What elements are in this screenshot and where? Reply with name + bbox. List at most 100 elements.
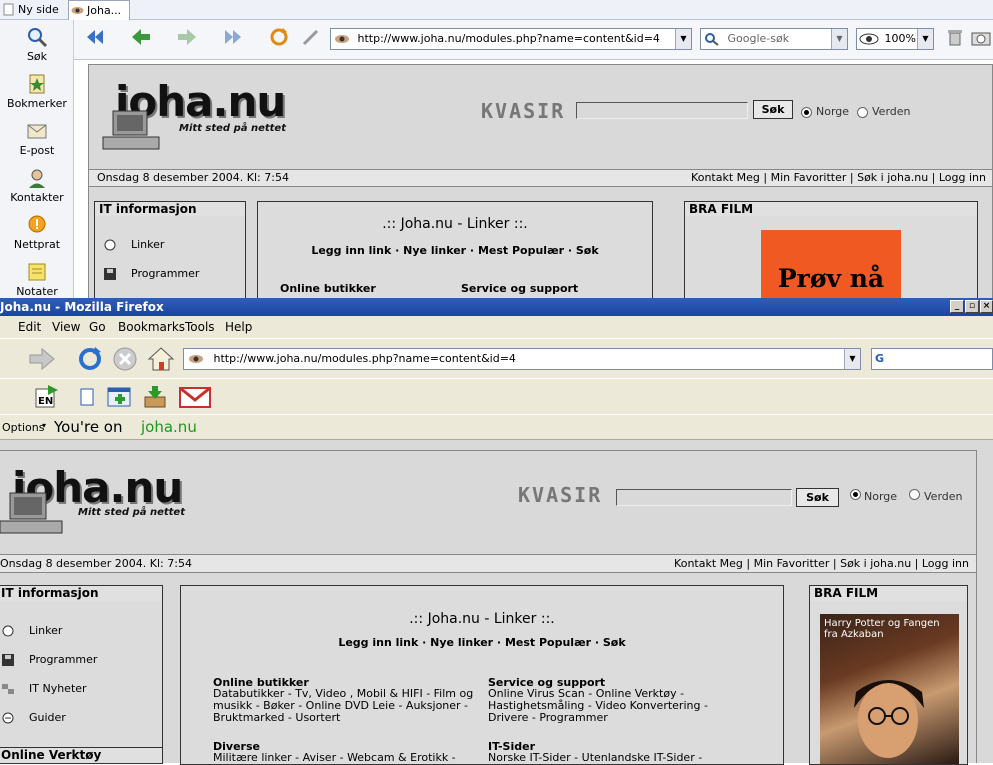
eye-icon — [859, 33, 879, 45]
zoom-select[interactable]: 100% ▼ — [856, 28, 934, 50]
download-icon[interactable] — [142, 385, 168, 409]
center-links[interactable]: Legg inn link · Nye linker · Mest Populæ… — [258, 244, 652, 257]
fast-forward-icon[interactable] — [222, 26, 244, 48]
radio-norge[interactable] — [801, 107, 812, 118]
search-field[interactable]: G — [871, 348, 993, 370]
chevron-down-icon[interactable]: ▼ — [831, 29, 847, 49]
forward-icon[interactable] — [176, 26, 198, 48]
search-field[interactable]: Google-søk ▼ — [700, 28, 848, 50]
page-icon[interactable] — [78, 387, 96, 407]
address-bar[interactable]: http://www.joha.nu/modules.php?name=cont… — [183, 348, 861, 370]
menu-view[interactable]: View — [52, 320, 80, 334]
tab-joha[interactable]: Joha... — [68, 0, 130, 20]
mail-icon — [27, 124, 47, 139]
menu-help[interactable]: Help — [225, 320, 252, 334]
sidebar-item-notes[interactable]: Notater — [0, 261, 74, 298]
close-icon[interactable]: × — [980, 300, 993, 313]
tab-bar: Ny side Joha... — [0, 0, 993, 20]
sidebar-item-bookmarks[interactable]: Bokmerker — [0, 73, 74, 110]
online-tools-header: Online Verktøy — [0, 747, 163, 764]
menu-bookmarks[interactable]: Bookmarks — [118, 320, 185, 334]
wand-icon[interactable] — [300, 26, 322, 48]
it-info-box: Linker Programmer IT Nyheter Guider — [0, 601, 163, 749]
center-box: .:: Joha.nu - Linker ::. Legg inn link ·… — [180, 585, 784, 765]
category-links[interactable]: Norske IT-Sider - Utenlandske IT-Sider - — [488, 752, 750, 764]
top-links[interactable]: Kontakt Meg | Min Favoritter | Søk i joh… — [691, 170, 986, 186]
top-toolbar: http://www.joha.nu/modules.php?name=cont… — [74, 20, 993, 60]
site-favicon-icon — [335, 35, 349, 43]
kvasir-search-input[interactable] — [576, 102, 748, 119]
chevron-down-icon[interactable]: ▼ — [917, 29, 933, 49]
maximize-icon[interactable]: ▫ — [965, 300, 979, 313]
camera-icon[interactable] — [970, 26, 992, 48]
minimize-icon[interactable]: _ — [950, 300, 964, 313]
floppy-icon — [2, 654, 14, 666]
stop-icon[interactable] — [112, 346, 138, 372]
film-poster[interactable]: Harry Potter og Fangen fra Azkaban — [820, 614, 959, 764]
radio-norge[interactable] — [850, 489, 861, 500]
reload-icon[interactable] — [268, 26, 290, 48]
kvasir-search-button[interactable]: Søk — [753, 100, 793, 119]
sidebar-item-chat[interactable]: Nettprat — [0, 214, 74, 251]
tab-label: Ny side — [18, 3, 59, 16]
nav-item-guider[interactable]: Guider — [1, 711, 66, 724]
menu-bar: Edit View Go Bookmarks Tools Help — [0, 316, 993, 338]
tab-label: Joha... — [87, 4, 122, 17]
youre-on-site[interactable]: joha.nu — [141, 418, 197, 436]
category-title[interactable]: Service og support — [461, 282, 578, 295]
radio-verden[interactable] — [909, 489, 920, 500]
harry-potter-image — [854, 680, 924, 758]
chevron-down-icon[interactable]: ▼ — [675, 29, 691, 49]
home-icon[interactable] — [147, 345, 175, 373]
category-links[interactable]: Online Virus Scan - Online Verktøy - Has… — [488, 688, 728, 724]
translate-icon[interactable]: EN — [34, 385, 60, 409]
forward-icon[interactable] — [28, 347, 56, 371]
computer-icon — [102, 110, 160, 150]
eye-icon — [71, 7, 84, 14]
film-caption: Harry Potter og Fangen fra Azkaban — [824, 618, 940, 640]
top-links[interactable]: Kontakt Meg | Min Favoritter | Søk i joh… — [674, 555, 969, 572]
back-icon[interactable] — [130, 26, 152, 48]
options-button[interactable]: Options — [2, 421, 44, 434]
bra-film-header: BRA FILM — [809, 585, 968, 602]
menu-tools[interactable]: Tools — [185, 320, 215, 334]
category-title[interactable]: Online butikker — [280, 282, 376, 295]
sidebar-item-contacts[interactable]: Kontakter — [0, 167, 74, 204]
reload-icon[interactable] — [76, 345, 104, 373]
center-links[interactable]: Legg inn link · Nye linker · Mest Populæ… — [181, 636, 783, 649]
menu-edit[interactable]: Edit — [18, 320, 41, 334]
nav-item-linker[interactable]: Linker — [1, 624, 62, 637]
rewind-icon[interactable] — [84, 26, 106, 48]
extensions-toolbar: EN — [0, 378, 993, 414]
category-links[interactable]: Militære linker - Aviser - Webcam & Erot… — [213, 752, 475, 764]
address-text: http://www.joha.nu/modules.php?name=cont… — [357, 32, 660, 45]
date-bar: Onsdag 8 desember 2004. Kl: 7:54 Kontakt… — [0, 554, 976, 573]
side-panel: Søk Bokmerker E-post Kontakter Nettprat … — [0, 20, 74, 298]
tab-new-page[interactable]: Ny side — [0, 0, 62, 20]
kvasir-search-input[interactable] — [616, 489, 792, 506]
nav-item-linker[interactable]: Linker — [103, 238, 164, 251]
menu-go[interactable]: Go — [89, 320, 106, 334]
nav-item-programmer[interactable]: Programmer — [1, 653, 97, 666]
date-text: Onsdag 8 desember 2004. Kl: 7:54 — [0, 557, 192, 570]
sidebar-item-search[interactable]: Søk — [0, 26, 74, 63]
radio-verden-label: Verden — [924, 490, 963, 503]
chevron-down-icon[interactable]: ▼ — [844, 349, 860, 369]
zoom-value: 100% — [884, 32, 916, 45]
radio-verden[interactable] — [857, 107, 868, 118]
window-title: Joha.nu - Mozilla Firefox — [0, 300, 164, 314]
new-window-icon[interactable] — [106, 385, 132, 409]
nav-item-it-nyheter[interactable]: IT Nyheter — [1, 682, 87, 695]
gmail-icon[interactable] — [178, 385, 212, 409]
kvasir-search-button[interactable]: Søk — [796, 488, 839, 507]
address-bar[interactable]: http://www.joha.nu/modules.php?name=cont… — [330, 28, 692, 50]
nav-item-programmer[interactable]: Programmer — [103, 267, 199, 280]
link-icon — [104, 239, 116, 251]
contacts-icon — [29, 169, 45, 188]
address-text: http://www.joha.nu/modules.php?name=cont… — [213, 352, 516, 365]
radio-verden-label: Verden — [872, 105, 911, 118]
sidebar-item-mail[interactable]: E-post — [0, 120, 74, 157]
trash-icon[interactable] — [944, 26, 966, 48]
category-links[interactable]: Databutikker - Tv, Video , Mobil & HIFI … — [213, 688, 475, 724]
svg-text:EN: EN — [38, 396, 53, 407]
